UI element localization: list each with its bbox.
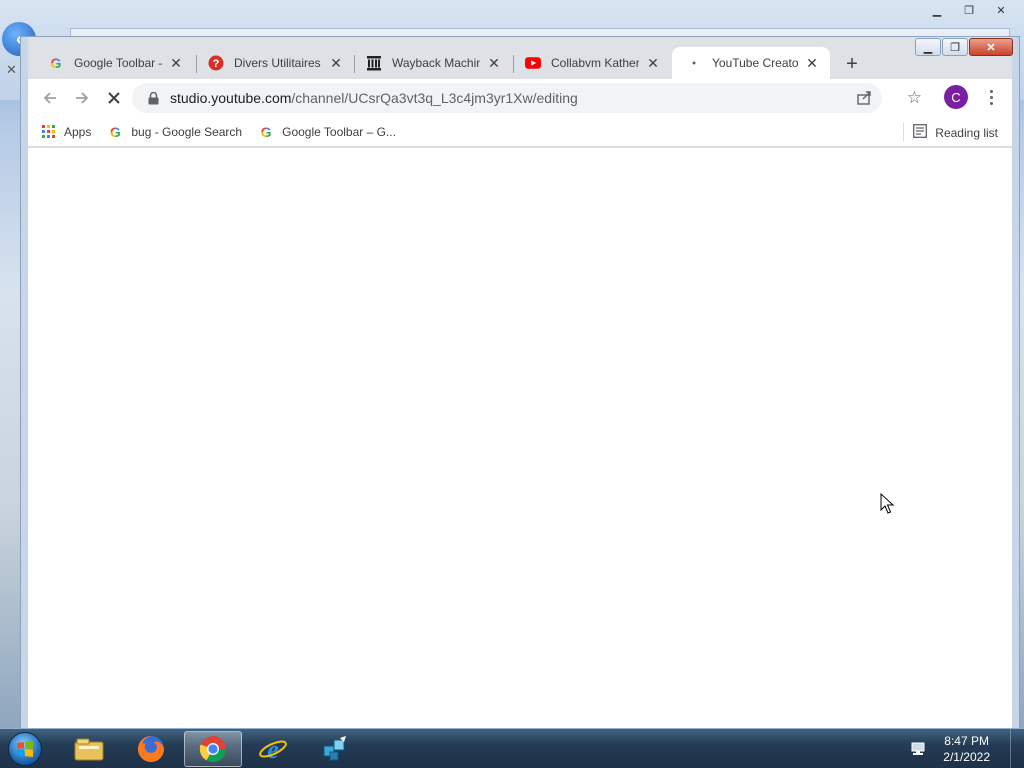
- taskbar-internet-explorer[interactable]: e: [244, 731, 302, 767]
- tab-title: YouTube Creator: [712, 56, 798, 70]
- address-bar[interactable]: studio.youtube.com/channel/UCsrQa3vt3q_L…: [132, 83, 882, 113]
- help-icon: ?: [208, 55, 224, 71]
- bookmark-google-toolbar[interactable]: G Google Toolbar – G...: [258, 124, 396, 140]
- forward-arrow-icon: [76, 92, 89, 104]
- chrome-menu-icon[interactable]: [982, 87, 1000, 107]
- tab-collabvm[interactable]: Collabvm Katheri ✕: [511, 47, 671, 79]
- close-icon[interactable]: ✕: [6, 62, 17, 78]
- close-tab-icon[interactable]: ✕: [328, 55, 344, 71]
- taskbar-firefox[interactable]: [122, 731, 180, 767]
- svg-text:?: ?: [213, 58, 220, 70]
- youtube-icon: [525, 55, 541, 71]
- tab-wayback-machine[interactable]: Wayback Machine ✕: [352, 47, 512, 79]
- bookmark-label: Google Toolbar – G...: [282, 124, 396, 139]
- bookmark-bug-google-search[interactable]: G bug - Google Search: [107, 124, 242, 140]
- lock-icon: [146, 91, 160, 105]
- close-icon[interactable]: ✕: [988, 2, 1014, 18]
- firefox-icon: [138, 736, 164, 762]
- window-frame: [1012, 37, 1019, 730]
- back-button[interactable]: [36, 84, 64, 112]
- svg-text:e: e: [267, 735, 279, 764]
- google-icon: G: [50, 55, 62, 71]
- bookmark-apps[interactable]: Apps: [40, 124, 91, 140]
- network-app-icon: [323, 736, 346, 761]
- internet-explorer-icon: e: [259, 735, 287, 764]
- taskbar-chrome[interactable]: [184, 731, 242, 767]
- page-content: [28, 148, 1012, 730]
- url-text: studio.youtube.com/channel/UCsrQa3vt3q_L…: [170, 90, 578, 106]
- bookmarks-separator: [903, 123, 904, 141]
- close-tab-icon[interactable]: ✕: [804, 55, 820, 71]
- tab-google-toolbar[interactable]: G Google Toolbar – ✕: [34, 47, 194, 79]
- profile-avatar[interactable]: C: [944, 85, 968, 109]
- url-host: studio.youtube.com: [170, 90, 292, 106]
- clock-time: 8:47 PM: [944, 734, 989, 748]
- forward-button[interactable]: [68, 84, 96, 112]
- network-icon[interactable]: [909, 741, 927, 757]
- loading-dot-icon: [686, 55, 702, 71]
- windows-logo-icon: [8, 732, 42, 766]
- minimize-icon[interactable]: ▁: [924, 2, 950, 18]
- reading-list-button[interactable]: Reading list: [913, 124, 998, 141]
- taskbar-network-app[interactable]: [306, 731, 364, 767]
- window-frame: [21, 37, 28, 730]
- google-icon: G: [260, 123, 272, 140]
- taskbar: e 8:47 PM 2/1/2022: [0, 728, 1024, 768]
- start-button[interactable]: [4, 729, 46, 768]
- bookmark-label: bug - Google Search: [131, 124, 243, 139]
- windows-explorer-icon: [74, 738, 104, 761]
- show-desktop-button[interactable]: [1010, 729, 1024, 768]
- tab-strip: G Google Toolbar – ✕ ? Divers Utilitaire…: [28, 45, 1012, 79]
- taskbar-windows-explorer[interactable]: [60, 731, 118, 767]
- stop-loading-button[interactable]: [100, 84, 128, 112]
- bookmark-star-icon[interactable]: ☆: [907, 88, 922, 108]
- tab-divers-utilitaires[interactable]: ? Divers Utilitaires ✕: [194, 47, 354, 79]
- apps-grid-icon: [40, 124, 56, 140]
- share-icon[interactable]: [856, 90, 872, 106]
- reading-list-label: Reading list: [935, 125, 998, 140]
- mouse-pointer-icon: [880, 493, 895, 514]
- tab-youtube-creator[interactable]: YouTube Creator ✕: [672, 47, 830, 79]
- back-arrow-icon: [43, 92, 56, 104]
- close-tab-icon[interactable]: ✕: [645, 55, 661, 71]
- tab-title: Divers Utilitaires: [234, 56, 321, 70]
- close-tab-icon[interactable]: ✕: [168, 55, 184, 71]
- stop-icon: [108, 92, 120, 104]
- close-tab-icon[interactable]: ✕: [486, 55, 502, 71]
- wayback-icon: [366, 55, 382, 71]
- tab-title: Google Toolbar –: [74, 56, 162, 70]
- clock-date: 2/1/2022: [943, 750, 990, 764]
- system-tray: 8:47 PM 2/1/2022: [909, 729, 1024, 768]
- browser-toolbar: studio.youtube.com/channel/UCsrQa3vt3q_L…: [28, 79, 1012, 117]
- tab-title: Collabvm Katheri: [551, 56, 639, 70]
- bookmark-label: Apps: [64, 124, 92, 139]
- bookmarks-bar: Apps G bug - Google Search G Google Tool…: [28, 117, 1012, 147]
- tab-title: Wayback Machine: [392, 56, 480, 70]
- restore-icon[interactable]: ❐: [956, 2, 982, 18]
- google-icon: G: [109, 123, 121, 140]
- reading-list-icon: [913, 124, 928, 141]
- url-path: /channel/UCsrQa3vt3q_L3c4jm3yr1Xw/editin…: [291, 90, 578, 106]
- clock[interactable]: 8:47 PM 2/1/2022: [943, 733, 990, 765]
- new-tab-button[interactable]: +: [841, 53, 863, 75]
- chrome-icon: [199, 736, 227, 763]
- background-window-controls: ▁ ❐ ✕: [924, 2, 1014, 18]
- chrome-window: ▁ ❐ ✕ G Google Toolbar – ✕ ? Divers Util…: [20, 36, 1020, 730]
